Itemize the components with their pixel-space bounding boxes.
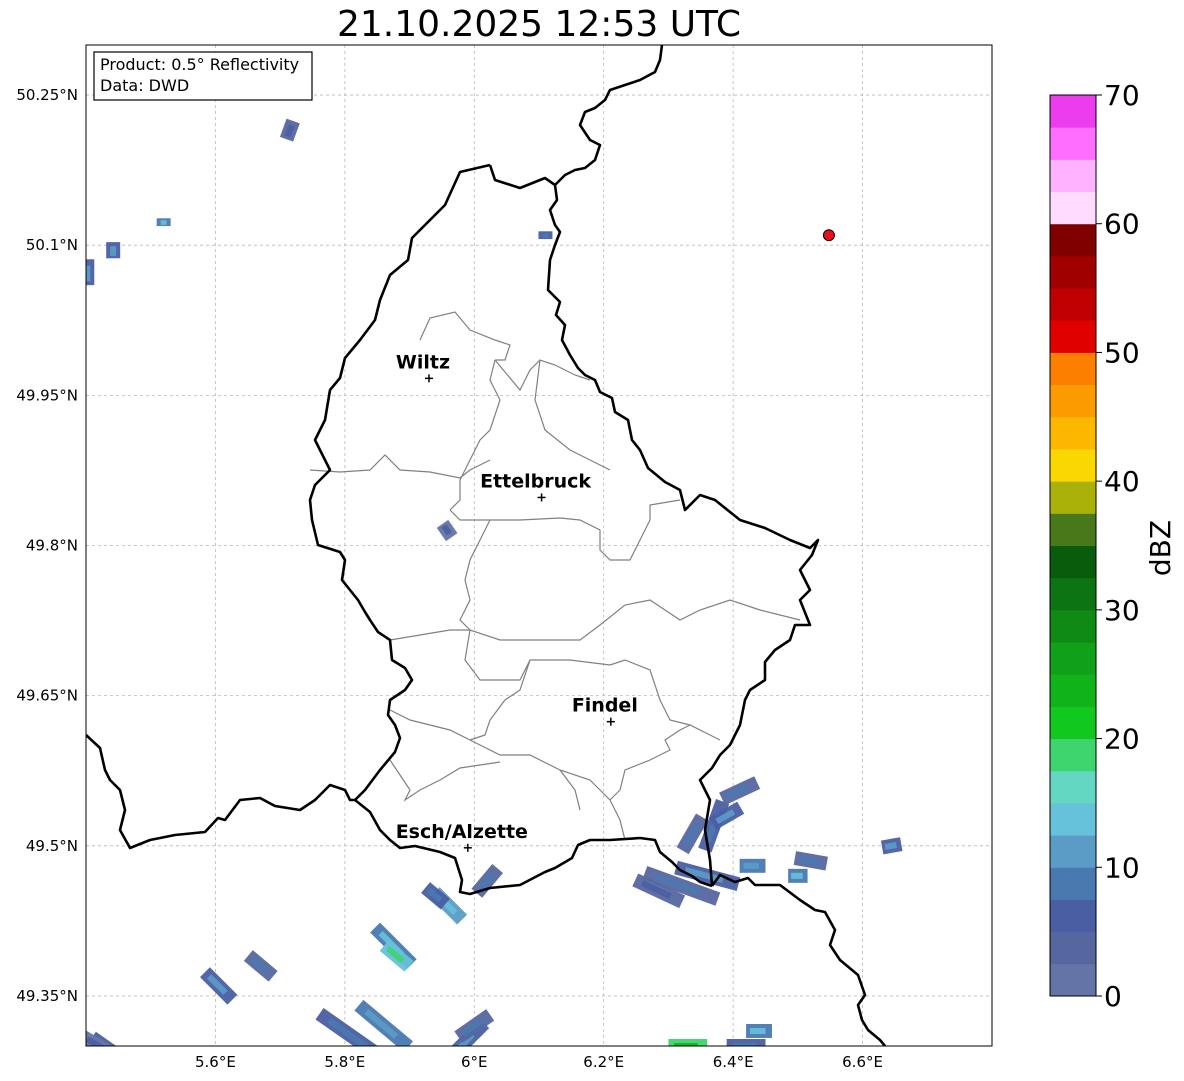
info-box: Product: 0.5° Reflectivity Data: DWD bbox=[93, 51, 313, 101]
city-label: Esch/Alzette bbox=[396, 821, 528, 843]
y-axis-ticks: 49.35°N 49.5°N 49.65°N 49.8°N 49.95°N 50.1°N 5… bbox=[16, 86, 78, 1005]
precip-cell-core bbox=[160, 220, 167, 225]
city-label: Wiltz bbox=[396, 351, 450, 373]
x-tick-label: 6.4°E bbox=[713, 1053, 754, 1071]
precip-cell-core bbox=[542, 233, 549, 238]
precip-cell-body bbox=[274, 1047, 326, 1081]
info-source-text: Data: DWD bbox=[100, 76, 189, 95]
precip-cell bbox=[156, 218, 171, 227]
x-tick-label: 6°E bbox=[461, 1053, 488, 1071]
y-tick-label: 49.8°N bbox=[26, 537, 78, 555]
precip-cell-core bbox=[743, 862, 760, 869]
precip-cell bbox=[788, 868, 808, 883]
precip-cell bbox=[86, 259, 95, 286]
radar-site-marker[interactable] bbox=[822, 229, 835, 242]
precip-cell bbox=[538, 231, 553, 240]
precip-cell bbox=[106, 242, 121, 259]
y-tick-label: 49.95°N bbox=[16, 386, 78, 404]
city-label: Ettelbruck bbox=[480, 470, 591, 492]
y-tick-label: 49.35°N bbox=[16, 987, 78, 1005]
info-product-text: Product: 0.5° Reflectivity bbox=[100, 55, 299, 74]
x-tick-label: 6.6°E bbox=[842, 1053, 883, 1071]
precip-cell bbox=[746, 1023, 772, 1038]
precip-cell-core bbox=[791, 872, 803, 879]
precip-cell-core bbox=[749, 1027, 766, 1034]
y-tick-label: 50.1°N bbox=[26, 236, 78, 254]
y-tick-label: 49.65°N bbox=[16, 687, 78, 705]
precip-cell bbox=[274, 1047, 326, 1081]
x-tick-label: 6.2°E bbox=[583, 1053, 624, 1071]
city-label: Findel bbox=[572, 695, 638, 717]
precip-cell-core bbox=[86, 265, 91, 282]
precip-cell-core bbox=[282, 1054, 312, 1075]
y-tick-label: 49.5°N bbox=[26, 837, 78, 855]
x-axis-ticks: 5.6°E 5.8°E 6°E 6.2°E 6.4°E 6.6°E bbox=[195, 1053, 883, 1071]
x-tick-label: 5.6°E bbox=[195, 1053, 236, 1071]
x-tick-label: 5.8°E bbox=[324, 1053, 365, 1071]
precip-cell-core bbox=[110, 246, 117, 256]
precip-cell bbox=[739, 858, 766, 873]
radar-map: WiltzEttelbruckFindelEsch/Alzette 5.6°E 5… bbox=[16, 44, 993, 1081]
y-tick-label: 50.25°N bbox=[16, 86, 78, 104]
